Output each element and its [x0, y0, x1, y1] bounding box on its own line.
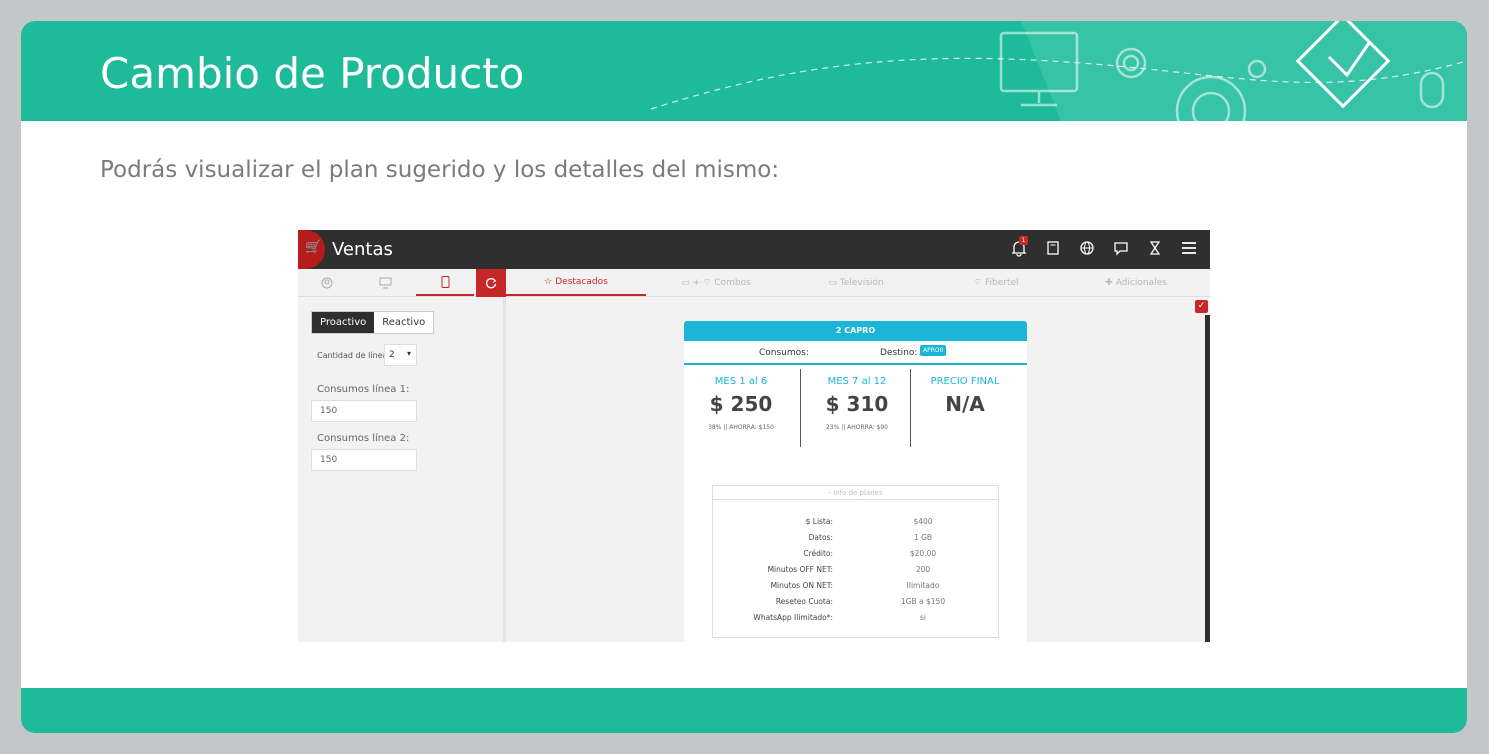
user-icon[interactable] [298, 269, 356, 296]
tab-combos[interactable]: ▭ + ⌔ Combos [646, 269, 786, 296]
bell-icon[interactable]: 1 [1010, 236, 1030, 259]
info-row: Minutos ON NET: Ilimitado [770, 581, 940, 590]
tab-fibertel[interactable]: ⌔ Fibertel [926, 269, 1066, 296]
slide-title: Cambio de Producto [100, 49, 525, 98]
hourglass-icon[interactable] [1146, 239, 1166, 259]
line2-label: Consumos línea 2: [317, 433, 410, 444]
tab-television[interactable]: ▭ Televisión [786, 269, 926, 296]
price-value: $ 250 [709, 392, 773, 416]
plan-name: 2 CAPRO [684, 321, 1027, 341]
tab-destacados[interactable]: ☆ Destacados [506, 269, 646, 296]
proactivo-button[interactable]: Proactivo [312, 312, 375, 333]
category-tabs: ☆ Destacados ▭ + ⌔ Combos ▭ Televisión ⌔ Fib… [506, 269, 1210, 297]
price-value: $ 310 [825, 392, 889, 416]
price-value: N/A [945, 392, 985, 416]
refresh-button[interactable] [476, 269, 506, 297]
line2-input[interactable]: 150 [311, 449, 417, 471]
plus-icon: ✚ [1105, 277, 1113, 288]
monitor-wifi-icon: ▭ + ⌔ [681, 278, 712, 288]
mode-toggle: Proactivo Reactivo [311, 311, 435, 334]
globe-icon[interactable] [1078, 239, 1098, 259]
scrollbar[interactable] [1205, 315, 1210, 642]
sidebar: Proactivo Reactivo Cantidad de líneas 2 … [298, 298, 506, 642]
price-header: PRECIO FINAL [930, 376, 1000, 387]
price-header: MES 7 al 12 [827, 376, 887, 387]
menu-icon[interactable] [1180, 239, 1200, 259]
info-row: Datos: 1 GB [808, 533, 933, 542]
tab-adicionales[interactable]: ✚ Adicionales [1066, 269, 1206, 296]
top-icons: 1 [1010, 236, 1200, 259]
line1-input[interactable]: 150 [311, 400, 417, 422]
checkbox-checked[interactable]: ✓ [1195, 300, 1208, 313]
slide: Cambio de Producto Podrás visualizar el … [21, 21, 1467, 733]
plan-subheader: Consumos: Destino: APRO0 [684, 341, 1027, 365]
lines-select[interactable]: 2 ▾ [384, 344, 417, 366]
chat-icon[interactable] [1112, 239, 1132, 259]
info-title[interactable]: - Info de planes [713, 486, 998, 500]
plan-info-box: - Info de planes $ Lista: $400 Datos: 1 GB… [712, 485, 999, 638]
destino-label: Destino: [880, 348, 918, 358]
line1-label: Consumos línea 1: [317, 384, 410, 395]
price-column: MES 7 al 12 $ 310 23% || AHORRA: $90 [800, 367, 914, 449]
info-row: $ Lista: $400 [805, 517, 933, 526]
info-row: WhatsApp Ilimitado*: si [753, 613, 926, 622]
notification-badge: 1 [1019, 236, 1028, 245]
price-note: 38% || AHORRA: $150 [708, 424, 774, 431]
destino-tag: APRO0 [920, 345, 947, 356]
footer-bar [21, 688, 1467, 733]
price-note: 23% || AHORRA: $90 [825, 424, 888, 431]
plan-card: 2 CAPRO Consumos: Destino: APRO0 MES 1 a… [684, 321, 1027, 642]
info-row: Reseteo Cuota: 1GB a $150 [775, 597, 946, 606]
lines-label: Cantidad de líneas [317, 351, 392, 360]
left-tabs [298, 269, 506, 297]
price-column: MES 1 al 6 $ 250 38% || AHORRA: $150 [684, 367, 798, 449]
header-banner: Cambio de Producto [21, 21, 1467, 121]
book-icon[interactable] [1044, 239, 1064, 259]
info-row: Minutos OFF NET: 200 [767, 565, 931, 574]
info-row: Crédito: $20.00 [803, 549, 937, 558]
consumos-label: Consumos: [759, 348, 809, 358]
phone-icon[interactable] [416, 269, 474, 296]
star-icon: ☆ [544, 276, 553, 287]
app-name: Ventas [332, 239, 393, 260]
app-bar: 🛒 Ventas 1 [298, 230, 1210, 269]
tv-icon: ▭ [828, 277, 837, 288]
monitor-icon[interactable] [356, 269, 414, 296]
reactivo-button[interactable]: Reactivo [374, 312, 434, 333]
wifi-icon: ⌔ [973, 278, 982, 288]
price-column: PRECIO FINAL N/A [908, 367, 1022, 449]
cart-logo-icon[interactable]: 🛒 [298, 230, 325, 269]
caret-down-icon: ▾ [406, 349, 411, 358]
app-screenshot: 🛒 Ventas 1 ☆ Destacados ▭ + ⌔ Combos ▭ T… [298, 230, 1210, 642]
refresh-icon [485, 278, 497, 289]
slide-subtitle: Podrás visualizar el plan sugerido y los… [100, 157, 780, 183]
price-header: MES 1 al 6 [714, 376, 768, 387]
